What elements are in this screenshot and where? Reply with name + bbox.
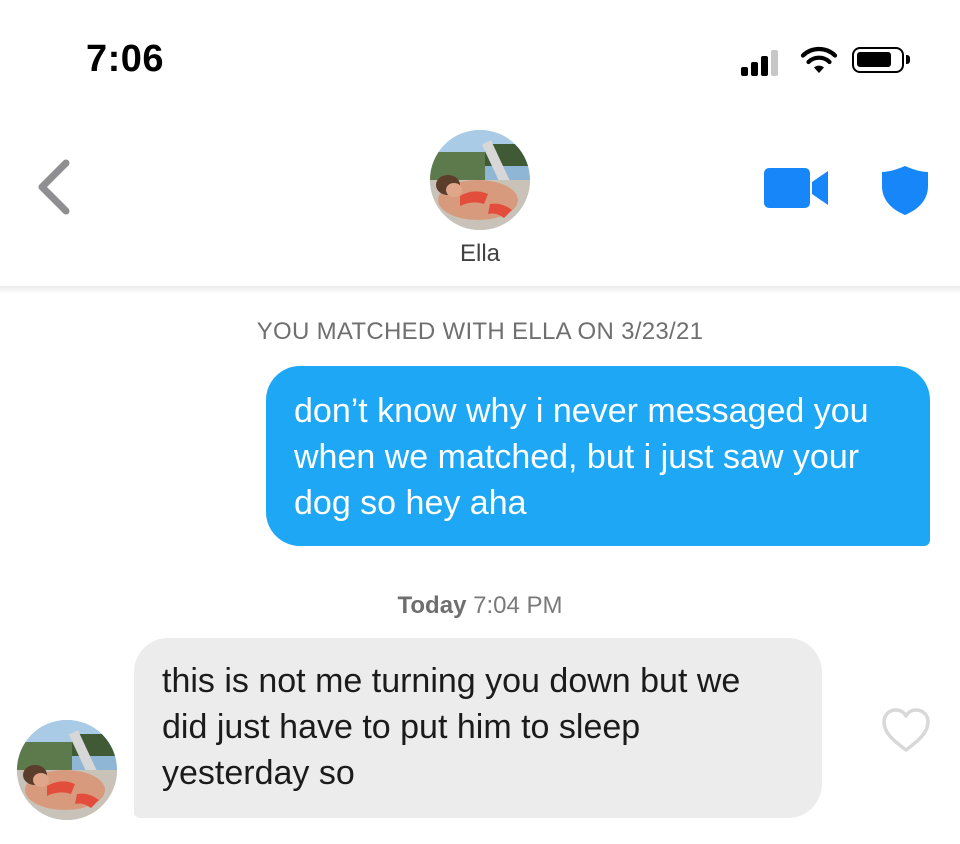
status-time: 7:06	[86, 38, 165, 80]
battery-icon	[852, 47, 910, 73]
timestamp-day: Today	[397, 592, 467, 619]
wifi-icon	[800, 47, 838, 73]
chevron-left-icon[interactable]	[30, 155, 80, 219]
sent-message-bubble[interactable]: don’t know why i never messaged you when…	[266, 366, 930, 546]
video-camera-icon[interactable]	[764, 166, 830, 210]
shield-icon[interactable]	[880, 164, 930, 216]
chat-screen: 7:06 Ella YOU MATCHED WITH ELLA ON 3/23/…	[0, 0, 960, 844]
message-timestamp: Today 7:04 PM	[0, 592, 960, 620]
heart-outline-icon[interactable]	[880, 706, 932, 754]
contact-avatar[interactable]	[430, 130, 530, 230]
cellular-signal-icon	[741, 46, 785, 76]
received-message-bubble[interactable]: this is not me turning you down but we d…	[134, 638, 822, 818]
contact-name: Ella	[459, 240, 501, 267]
sender-avatar[interactable]	[17, 720, 117, 820]
match-date-note: YOU MATCHED WITH ELLA ON 3/23/21	[256, 318, 704, 345]
timestamp-time: 7:04 PM	[473, 592, 563, 619]
